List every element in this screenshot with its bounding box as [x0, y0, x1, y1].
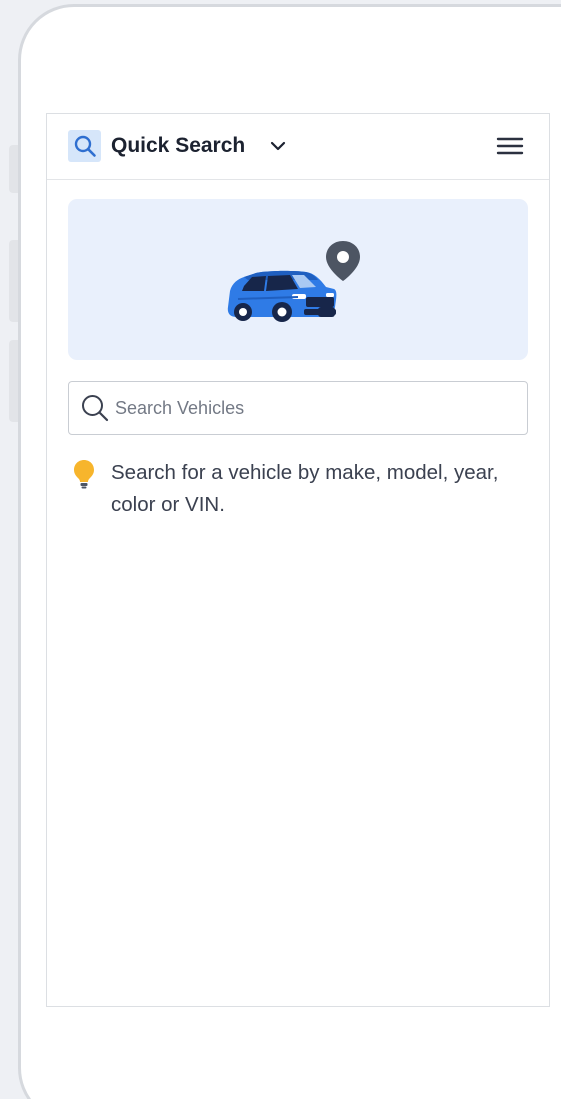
chevron-down-icon[interactable] [269, 138, 287, 154]
search-icon [68, 130, 101, 162]
device-viewport: Quick Search Search Vehicles Search for … [0, 0, 561, 1099]
search-vehicles-field[interactable] [68, 381, 528, 435]
app-screen: Quick Search Search Vehicles Search for … [46, 113, 550, 1007]
page-title[interactable]: Quick Search [111, 132, 245, 160]
car-icon [227, 270, 337, 322]
app-header: Quick Search [47, 114, 549, 180]
hamburger-menu-icon[interactable] [495, 134, 525, 158]
search-input[interactable] [115, 390, 515, 426]
vehicle-search-illustration [68, 199, 528, 360]
search-icon [82, 395, 109, 422]
lightbulb-icon [74, 460, 94, 489]
location-pin-icon [326, 241, 360, 281]
tip-text: Search for a vehicle by make, model, yea… [111, 461, 499, 516]
